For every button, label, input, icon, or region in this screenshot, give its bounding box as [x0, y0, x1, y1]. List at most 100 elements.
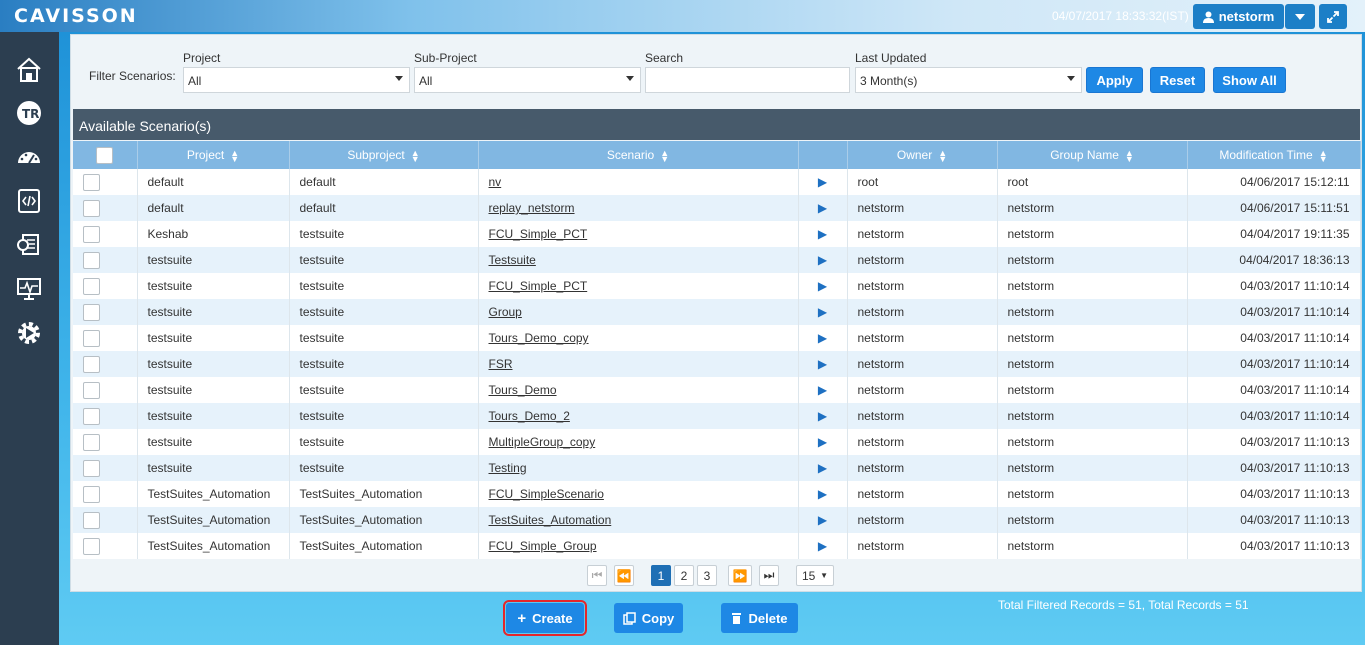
first-page-button[interactable]: ⏮	[587, 565, 607, 586]
row-checkbox[interactable]	[83, 199, 100, 217]
show-all-button[interactable]: Show All	[1213, 67, 1286, 93]
select-all-checkbox[interactable]	[96, 146, 114, 164]
scenario-link[interactable]: FCU_Simple_PCT	[489, 227, 588, 241]
row-checkbox[interactable]	[83, 459, 100, 477]
play-icon[interactable]: ▶	[818, 331, 827, 345]
row-checkbox[interactable]	[83, 433, 100, 451]
last-updated-select[interactable]: 3 Month(s)	[855, 67, 1082, 93]
row-checkbox[interactable]	[83, 251, 100, 269]
scenario-link[interactable]: replay_netstorm	[489, 201, 575, 215]
scenario-link[interactable]: FCU_Simple_Group	[489, 539, 597, 553]
play-icon[interactable]: ▶	[818, 435, 827, 449]
column-header-run	[798, 141, 848, 169]
table-row[interactable]: TestSuites_Automation TestSuites_Automati…	[73, 481, 1361, 507]
table-row[interactable]: TestSuites_Automation TestSuites_Automati…	[73, 533, 1361, 559]
table-row[interactable]: default default nv ▶ root root 04/06/2017 15:1…	[73, 169, 1361, 195]
scenario-link[interactable]: FCU_Simple_PCT	[489, 279, 588, 293]
fullscreen-button[interactable]	[1319, 4, 1347, 29]
row-checkbox[interactable]	[83, 277, 100, 295]
row-checkbox[interactable]	[83, 303, 100, 321]
row-checkbox[interactable]	[83, 537, 100, 555]
scenario-link[interactable]: Tours_Demo_copy	[489, 331, 589, 345]
row-checkbox[interactable]	[83, 225, 100, 243]
scenario-link[interactable]: FCU_SimpleScenario	[489, 487, 604, 501]
scenario-link[interactable]: MultipleGroup_copy	[489, 435, 596, 449]
next-page-button[interactable]: ⏩	[728, 565, 752, 586]
home-icon[interactable]	[13, 54, 45, 86]
row-checkbox[interactable]	[83, 329, 100, 347]
dashboard-icon[interactable]	[13, 141, 45, 173]
table-row[interactable]: testsuite testsuite MultipleGroup_copy ▶ net…	[73, 429, 1361, 455]
play-icon[interactable]: ▶	[818, 305, 827, 319]
play-icon[interactable]: ▶	[818, 487, 827, 501]
page-button[interactable]: 2	[674, 565, 694, 586]
table-row[interactable]: testsuite testsuite Tours_Demo_2 ▶ netstorm n…	[73, 403, 1361, 429]
reset-button[interactable]: Reset	[1150, 67, 1205, 93]
scenario-link[interactable]: nv	[489, 175, 502, 189]
scenario-link[interactable]: Group	[489, 305, 522, 319]
table-row[interactable]: default default replay_netstorm ▶ netstorm ne…	[73, 195, 1361, 221]
user-menu-button[interactable]: netstorm	[1193, 4, 1284, 29]
play-icon[interactable]: ▶	[818, 461, 827, 475]
table-row[interactable]: testsuite testsuite Tours_Demo ▶ netstorm net…	[73, 377, 1361, 403]
table-row[interactable]: TestSuites_Automation TestSuites_Automati…	[73, 507, 1361, 533]
play-icon[interactable]: ▶	[818, 175, 827, 189]
row-checkbox[interactable]	[83, 511, 100, 529]
table-row[interactable]: Keshab testsuite FCU_Simple_PCT ▶ netstorm ne…	[73, 221, 1361, 247]
play-icon[interactable]: ▶	[818, 409, 827, 423]
column-header-project[interactable]: Project ▲ ▼	[137, 141, 290, 169]
play-icon[interactable]: ▶	[818, 539, 827, 553]
create-button[interactable]: + Create	[503, 600, 587, 636]
play-icon[interactable]: ▶	[818, 383, 827, 397]
column-header-modification-time[interactable]: Modification Time ▲ ▼	[1187, 141, 1361, 169]
cell-project: testsuite	[137, 429, 290, 455]
play-icon[interactable]: ▶	[818, 357, 827, 371]
search-input[interactable]	[645, 67, 850, 93]
project-select[interactable]: All	[183, 67, 410, 93]
row-checkbox[interactable]	[83, 355, 100, 373]
row-checkbox[interactable]	[83, 407, 100, 425]
table-row[interactable]: testsuite testsuite Group ▶ netstorm netstorm…	[73, 299, 1361, 325]
copy-button[interactable]: Copy	[614, 603, 683, 633]
column-header-owner[interactable]: Owner ▲ ▼	[847, 141, 998, 169]
cell-group-name: netstorm	[997, 247, 1188, 273]
scenario-link[interactable]: Testsuite	[489, 253, 536, 267]
table-row[interactable]: testsuite testsuite Tours_Demo_copy ▶ netsto…	[73, 325, 1361, 351]
scenario-link[interactable]: Tours_Demo_2	[489, 409, 570, 423]
play-icon[interactable]: ▶	[818, 279, 827, 293]
page-button[interactable]: 1	[651, 565, 671, 586]
table-row[interactable]: testsuite testsuite FCU_Simple_PCT ▶ netstor…	[73, 273, 1361, 299]
play-icon[interactable]: ▶	[818, 253, 827, 267]
settings-icon[interactable]	[13, 317, 45, 349]
cell-owner: netstorm	[847, 351, 998, 377]
play-icon[interactable]: ▶	[818, 227, 827, 241]
apply-button[interactable]: Apply	[1086, 67, 1143, 93]
test-run-icon[interactable]: TR	[13, 97, 45, 129]
table-row[interactable]: testsuite testsuite FSR ▶ netstorm netstorm 04…	[73, 351, 1361, 377]
row-checkbox[interactable]	[83, 381, 100, 399]
scenario-link[interactable]: TestSuites_Automation	[489, 513, 612, 527]
column-header-scenario[interactable]: Scenario ▲ ▼	[478, 141, 799, 169]
cell-run: ▶	[798, 273, 848, 299]
table-row[interactable]: testsuite testsuite Testing ▶ netstorm netsto…	[73, 455, 1361, 481]
page-button[interactable]: 3	[697, 565, 717, 586]
scenario-link[interactable]: Tours_Demo	[489, 383, 557, 397]
table-row[interactable]: testsuite testsuite Testsuite ▶ netstorm nets…	[73, 247, 1361, 273]
row-checkbox[interactable]	[83, 173, 100, 191]
reports-icon[interactable]	[13, 229, 45, 261]
last-page-button[interactable]: ⏭	[759, 565, 779, 586]
play-icon[interactable]: ▶	[818, 513, 827, 527]
column-header-group-name[interactable]: Group Name ▲ ▼	[997, 141, 1188, 169]
scripts-icon[interactable]	[13, 185, 45, 217]
scenario-link[interactable]: Testing	[489, 461, 527, 475]
prev-page-button[interactable]: ⏪	[614, 565, 634, 586]
user-dropdown-button[interactable]	[1285, 4, 1315, 29]
column-header-subproject[interactable]: Subproject ▲ ▼	[289, 141, 479, 169]
scenario-link[interactable]: FSR	[489, 357, 513, 371]
subproject-select[interactable]: All	[414, 67, 641, 93]
row-checkbox[interactable]	[83, 485, 100, 503]
delete-button[interactable]: Delete	[721, 603, 798, 633]
page-size-select[interactable]: 15 ▼	[796, 565, 834, 586]
monitor-icon[interactable]	[13, 273, 45, 305]
play-icon[interactable]: ▶	[818, 201, 827, 215]
